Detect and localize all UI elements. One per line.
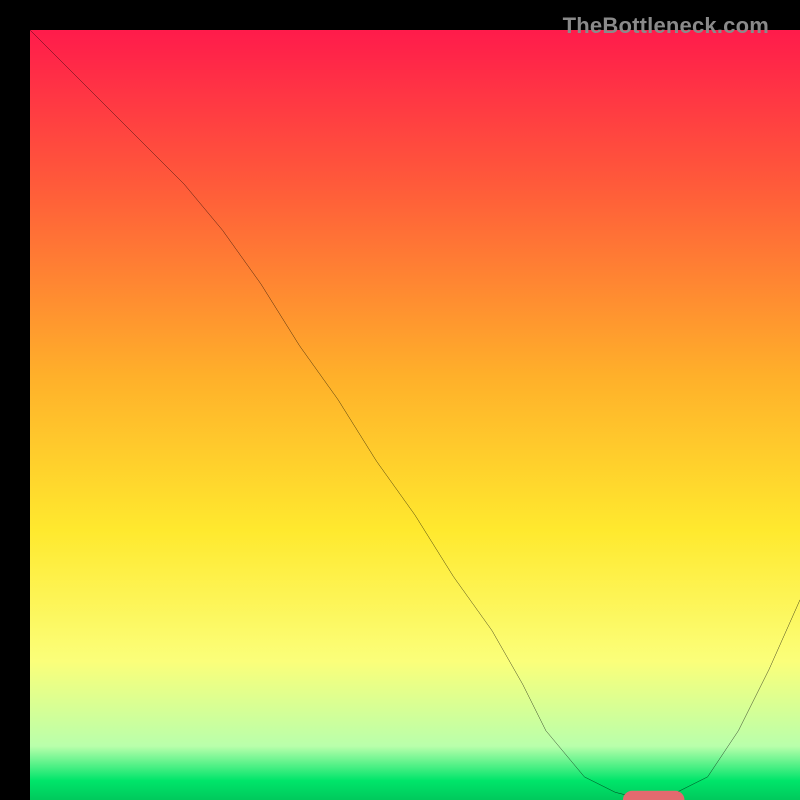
bottleneck-chart xyxy=(30,30,800,800)
watermark-text: TheBottleneck.com xyxy=(563,13,769,39)
chart-frame: TheBottleneck.com xyxy=(15,15,785,785)
target-range-marker xyxy=(623,791,685,800)
